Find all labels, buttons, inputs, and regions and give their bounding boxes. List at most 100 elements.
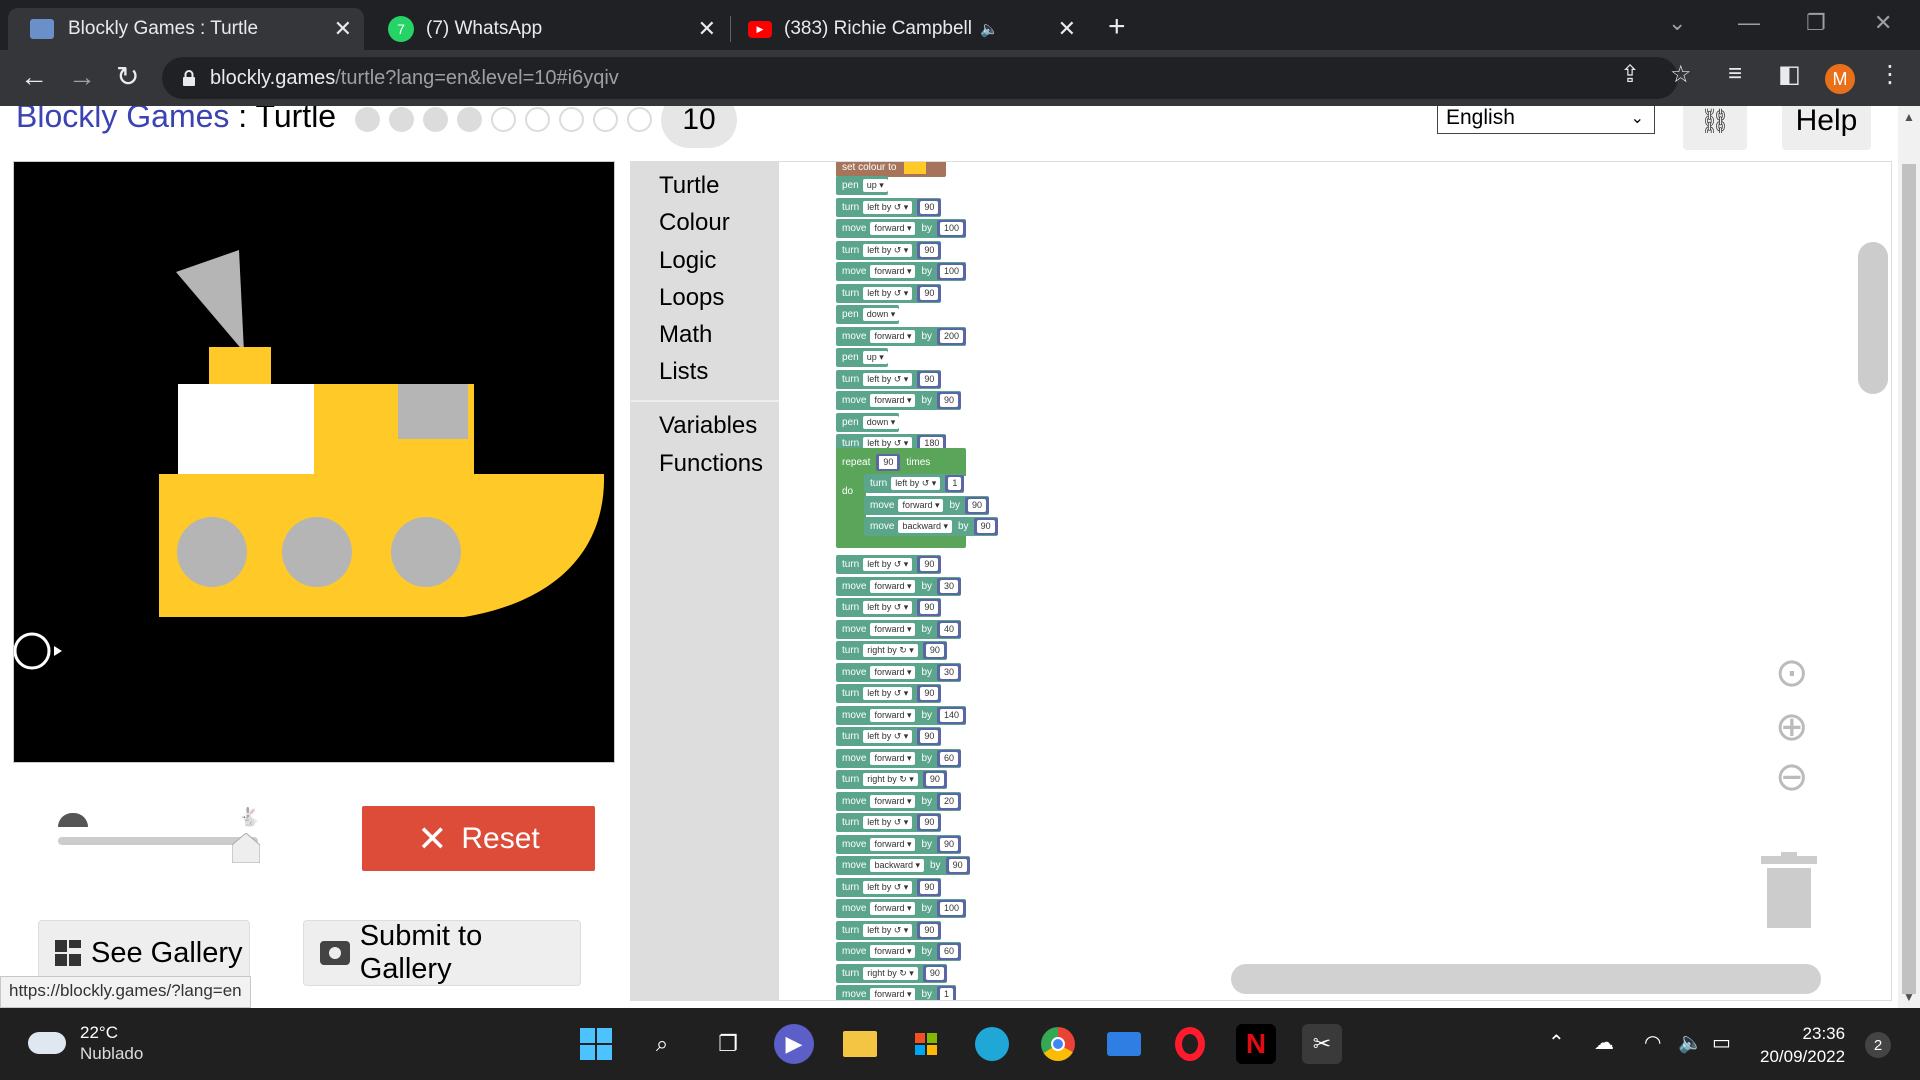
block-dropdown[interactable]: forward ▾ xyxy=(870,579,916,593)
level-dot[interactable] xyxy=(593,107,618,132)
move-block[interactable]: move forward ▾ by 40 xyxy=(836,619,962,639)
number-field[interactable]: 90 xyxy=(973,518,998,535)
turn-block[interactable]: turn right by ↻ ▾ 90 xyxy=(836,770,947,789)
block-dropdown[interactable]: down ▾ xyxy=(862,308,900,321)
number-field[interactable]: 1 xyxy=(937,986,957,1000)
scroll-up-icon[interactable]: ▲ xyxy=(1903,110,1915,124)
block-dropdown[interactable]: down ▾ xyxy=(862,415,900,429)
block-dropdown[interactable]: left by ↺ ▾ xyxy=(863,880,913,894)
pen-block[interactable]: pen up ▾ xyxy=(836,176,888,195)
block-dropdown[interactable]: forward ▾ xyxy=(870,837,916,851)
zoom-out-icon[interactable]: ⊖ xyxy=(1775,754,1809,800)
number-field[interactable]: 30 xyxy=(937,577,962,595)
recenter-icon[interactable]: ⊙ xyxy=(1775,650,1809,696)
minimize-icon[interactable]: — xyxy=(1738,10,1760,36)
submit-gallery-button[interactable]: Submit to Gallery xyxy=(303,920,581,986)
block-dropdown[interactable]: forward ▾ xyxy=(870,794,916,808)
block-dropdown[interactable]: forward ▾ xyxy=(870,945,916,958)
pen-block[interactable]: pen down ▾ xyxy=(836,305,900,324)
move-block[interactable]: move forward ▾ by 100 xyxy=(836,262,967,281)
trash-icon[interactable] xyxy=(1759,852,1819,932)
number-field[interactable]: 40 xyxy=(937,620,962,638)
move-block[interactable]: move forward ▾ by 100 xyxy=(836,219,967,238)
block-dropdown[interactable]: forward ▾ xyxy=(870,665,916,679)
toolbox-category-colour[interactable]: Colour xyxy=(659,209,730,237)
language-select[interactable]: English ⌄ xyxy=(1437,106,1655,134)
help-button[interactable]: Help xyxy=(1782,106,1871,150)
forward-icon[interactable]: → xyxy=(68,62,96,92)
microsoft-store-icon[interactable] xyxy=(906,1024,946,1064)
onedrive-icon[interactable]: ☁ xyxy=(1594,1030,1614,1055)
number-field[interactable]: 90 xyxy=(965,496,990,514)
number-field[interactable]: 30 xyxy=(937,663,962,681)
page-scrollbar[interactable]: ▲ ▼ xyxy=(1898,106,1920,1008)
repeat-count-field[interactable]: 90 xyxy=(876,454,901,471)
block-dropdown[interactable]: right by ↻ ▾ xyxy=(863,966,918,980)
number-field[interactable]: 60 xyxy=(937,943,962,960)
blockly-workspace[interactable]: Turtle Colour Logic Loops Math Lists Var… xyxy=(630,161,1892,1001)
number-field[interactable]: 90 xyxy=(917,599,942,616)
number-field[interactable]: 90 xyxy=(945,857,970,874)
level-dot[interactable] xyxy=(525,107,550,132)
move-block[interactable]: move forward ▾ by 100 xyxy=(836,899,967,918)
number-field[interactable]: 140 xyxy=(937,706,967,724)
number-field[interactable]: 90 xyxy=(917,198,942,216)
number-field[interactable]: 90 xyxy=(917,878,942,896)
link-button[interactable]: ⛓ xyxy=(1683,106,1747,150)
move-block[interactable]: move forward ▾ by 30 xyxy=(836,576,962,596)
block-dropdown[interactable]: left by ↺ ▾ xyxy=(863,558,913,571)
block-dropdown[interactable]: left by ↺ ▾ xyxy=(863,923,913,937)
chevron-up-icon[interactable]: ⌃ xyxy=(1548,1030,1565,1055)
volume-icon[interactable]: 🔈 xyxy=(1678,1030,1703,1055)
toolbox-category-loops[interactable]: Loops xyxy=(659,284,724,312)
turn-block[interactable]: turn left by ↺ ▾ 90 xyxy=(836,727,942,746)
kebab-menu-icon[interactable]: ⋮ xyxy=(1878,60,1902,89)
restore-icon[interactable]: ❐ xyxy=(1806,10,1826,36)
number-field[interactable]: 90 xyxy=(917,370,942,388)
edge-icon[interactable] xyxy=(972,1024,1012,1064)
move-block[interactable]: move forward ▾ by 140 xyxy=(836,705,967,725)
teams-chat-icon[interactable]: ▶ xyxy=(774,1024,814,1064)
level-dot[interactable] xyxy=(355,107,380,132)
profile-avatar[interactable]: M xyxy=(1825,64,1855,94)
toolbox-category-math[interactable]: Math xyxy=(659,321,712,349)
number-field[interactable]: 90 xyxy=(917,556,942,573)
tab-youtube[interactable]: ▶ (383) Richie Campbell - Do Y 🔈 ✕ xyxy=(732,8,1088,50)
close-icon[interactable]: ✕ xyxy=(334,16,352,42)
block-dropdown[interactable]: forward ▾ xyxy=(870,265,916,278)
block-dropdown[interactable]: forward ▾ xyxy=(870,751,916,765)
block-dropdown[interactable]: forward ▾ xyxy=(870,708,916,722)
scroll-down-icon[interactable]: ▼ xyxy=(1903,990,1915,1004)
number-field[interactable]: 90 xyxy=(937,392,962,409)
block-dropdown[interactable]: forward ▾ xyxy=(870,394,916,407)
block-dropdown[interactable]: forward ▾ xyxy=(870,622,916,636)
turn-block[interactable]: turn left by ↺ ▾ 90 xyxy=(836,920,942,940)
level-dot[interactable] xyxy=(389,107,414,132)
pen-block[interactable]: pen down ▾ xyxy=(836,412,900,432)
zoom-in-icon[interactable]: ⊕ xyxy=(1775,704,1809,750)
page-scrollbar-thumb[interactable] xyxy=(1902,164,1916,994)
share-icon[interactable]: ⇪ xyxy=(1620,60,1640,89)
task-view-icon[interactable]: ❐ xyxy=(708,1024,748,1064)
number-field[interactable]: 100 xyxy=(937,900,967,917)
block-dropdown[interactable]: left by ↺ ▾ xyxy=(863,816,913,829)
turn-block[interactable]: turn left by ↺ ▾ 90 xyxy=(836,598,942,617)
turn-block[interactable]: turn right by ↻ ▾ 90 xyxy=(836,963,947,983)
number-field[interactable]: 90 xyxy=(922,964,947,982)
number-field[interactable]: 90 xyxy=(937,835,962,853)
number-field[interactable]: 90 xyxy=(922,771,947,788)
turn-block[interactable]: turn left by ↺ ▾ 90 xyxy=(836,240,942,260)
file-explorer-icon[interactable] xyxy=(840,1024,880,1064)
block-dropdown[interactable]: backward ▾ xyxy=(870,859,924,872)
block-dropdown[interactable]: right by ↻ ▾ xyxy=(863,773,918,786)
number-field[interactable]: 200 xyxy=(937,327,967,345)
block-dropdown[interactable]: up ▾ xyxy=(862,351,888,364)
block-dropdown[interactable]: left by ↺ ▾ xyxy=(891,477,941,490)
number-field[interactable]: 1 xyxy=(945,475,965,492)
move-block[interactable]: move backward ▾ by 90 xyxy=(836,856,970,875)
set-colour-block[interactable]: set colour to xyxy=(836,162,946,177)
reset-button[interactable]: ✕ Reset xyxy=(362,806,595,871)
chevron-down-icon[interactable]: ⌄ xyxy=(1668,10,1686,36)
start-icon[interactable] xyxy=(576,1024,616,1064)
block-dropdown[interactable]: forward ▾ xyxy=(898,498,944,512)
